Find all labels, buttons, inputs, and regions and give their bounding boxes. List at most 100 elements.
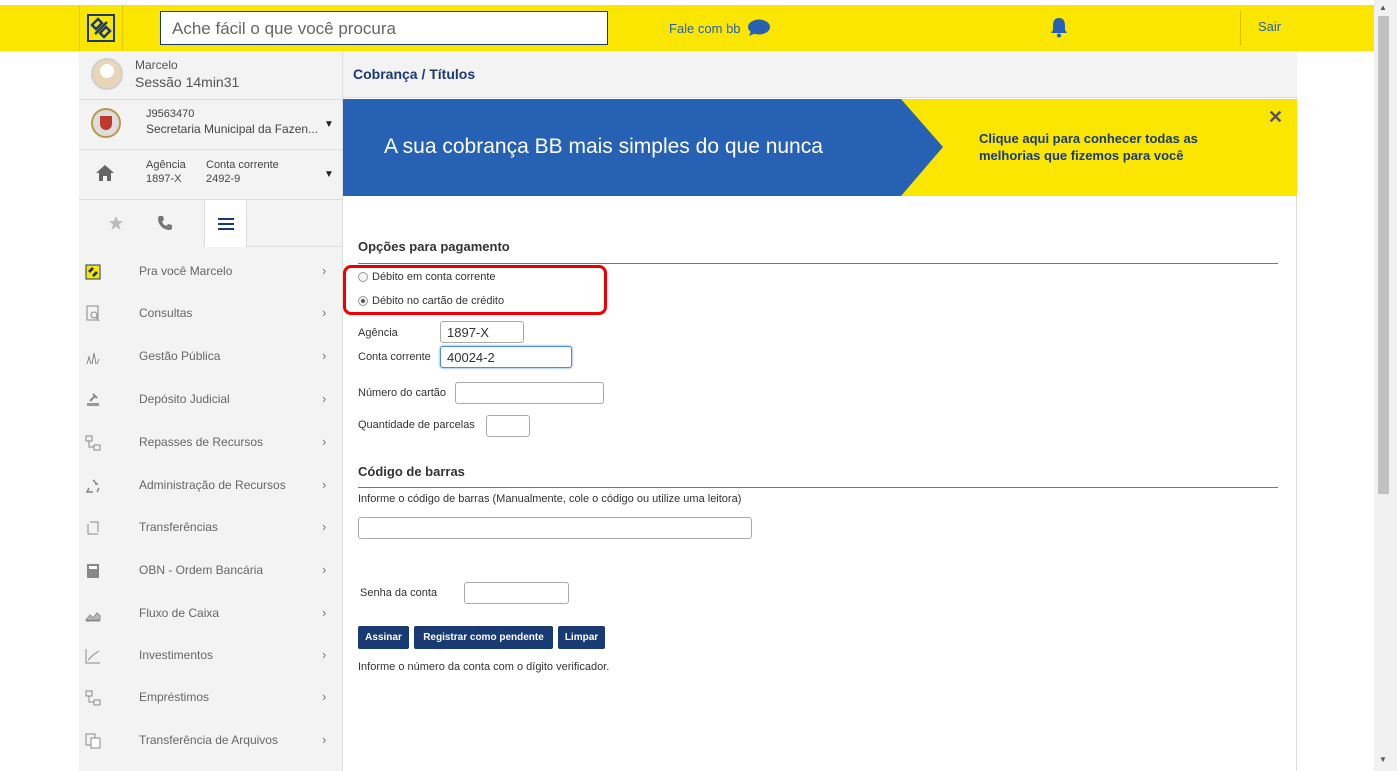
clear-button[interactable]: Limpar [558,626,605,649]
promo-banner[interactable]: A sua cobrança BB mais simples do que nu… [343,99,1297,196]
banner-headline: A sua cobrança BB mais simples do que nu… [384,135,823,158]
banner-cta-line: melhorias que fizemos para você [979,148,1184,163]
sidebar-item-label: Pra você Marcelo [139,264,233,278]
notification-bell-icon[interactable] [1049,16,1069,43]
card-number-label: Número do cartão [358,387,447,399]
radio-debito-conta[interactable]: Débito em conta corrente [358,271,496,283]
fale-com-bb-link[interactable]: Fale com bb [669,19,771,37]
divider [358,263,1278,264]
sidebar-item-emprestimos[interactable]: Empréstimos › [79,677,343,719]
sidebar-item-label: Administração de Recursos [139,478,286,492]
calculator-icon [83,561,103,581]
card-number-field[interactable] [455,382,604,404]
agency-value: 1897-X [146,173,182,185]
scroll-down-arrow-icon[interactable]: ▼ [1379,755,1387,764]
logout-link[interactable]: Sair [1258,19,1281,34]
page-title: Cobrança / Títulos [353,66,476,82]
sidebar-item-label: Consultas [139,306,193,320]
radio-debito-cartao[interactable]: Débito no cartão de crédito [358,295,504,307]
flow-icon [83,688,103,708]
fale-com-label: Fale com bb [669,20,741,36]
org-code: J9563470 [146,108,195,120]
chevron-down-icon[interactable]: ▼ [324,119,334,130]
chevron-right-icon: › [322,519,327,534]
sidebar-item-label: Transferências [139,520,218,534]
sidebar-item-transferencia-arquivos[interactable]: Transferência de Arquivos › [79,720,343,762]
sidebar-item-pra-voce[interactable]: Pra você Marcelo › [79,251,343,293]
chevron-right-icon: › [322,391,327,406]
chevron-right-icon: › [322,477,327,492]
sidebar-item-label: Depósito Judicial [139,392,230,406]
area-chart-icon [83,604,103,624]
star-icon [108,216,123,230]
barcode-help-text: Informe o código de barras (Manualmente,… [358,493,742,505]
sidebar-item-administracao[interactable]: Administração de Recursos › [79,465,343,507]
sidebar-item-label: Fluxo de Caixa [139,606,220,620]
chevron-right-icon: › [322,434,327,449]
home-icon [96,165,114,181]
bb-logo-icon [87,14,115,42]
chart-building-icon [83,347,103,367]
recycle-icon [83,476,103,496]
main-content: Cobrança / Títulos A sua cobrança BB mai… [343,51,1297,771]
sidebar: Marcelo Sessão 14min31 J9563470 Secretar… [79,51,343,771]
bb-logo[interactable] [79,5,123,51]
chevron-right-icon: › [322,605,327,620]
sidebar-item-consultas[interactable]: Consultas › [79,293,343,335]
avatar [91,58,123,90]
chevron-down-icon[interactable]: ▼ [324,169,334,180]
page-header: Cobrança / Títulos [343,51,1297,98]
radio-label: Débito no cartão de crédito [372,295,505,307]
register-pending-button[interactable]: Registrar como pendente [414,626,553,649]
chevron-right-icon: › [322,647,327,662]
agency-field[interactable]: 1897-X [440,321,524,343]
barcode-input[interactable] [358,517,752,539]
user-info: Marcelo Sessão 14min31 [79,51,343,100]
org-name: Secretaria Municipal da Fazen... [146,122,319,136]
search-input[interactable]: Ache fácil o que você procura [160,11,608,45]
scrollbar-thumb[interactable] [1378,16,1389,494]
phone-icon [157,216,172,230]
banner-cta-link[interactable]: Clique aqui para conhecer todas as melho… [979,130,1198,164]
tab-menu[interactable] [204,199,247,247]
account-selector[interactable]: Agência 1897-X Conta corrente 2492-9 ▼ [79,149,343,200]
radio-button[interactable] [358,272,368,282]
installments-label: Quantidade de parcelas [358,419,475,431]
sidebar-item-label: Empréstimos [139,690,210,704]
scrollbar[interactable]: ▲ ▼ [1374,0,1397,771]
hint-text: Informe o número da conta com o dígito v… [358,661,610,673]
account-value: 2492-9 [206,173,241,185]
account-column: Conta corrente 2492-9 [206,158,279,186]
line-chart-icon [83,646,103,666]
scroll-up-arrow-icon[interactable]: ▲ [1379,3,1387,12]
sidebar-tabs [79,199,343,247]
password-label: Senha da conta [360,587,438,599]
sidebar-item-label: Gestão Pública [139,349,221,363]
sidebar-item-obn[interactable]: OBN - Ordem Bancária › [79,550,343,592]
flow-icon [83,433,103,453]
files-icon [83,731,103,751]
sidebar-item-investimentos[interactable]: Investimentos › [79,635,343,677]
tab-favorites[interactable] [94,199,137,247]
tab-contact[interactable] [143,199,186,247]
installments-field[interactable] [486,415,530,437]
radio-button-selected[interactable] [358,296,368,306]
sign-button[interactable]: Assinar [358,626,409,649]
sidebar-item-transferencias[interactable]: Transferências › [79,507,343,549]
sidebar-item-fluxo-caixa[interactable]: Fluxo de Caixa › [79,593,343,635]
sidebar-item-deposito-judicial[interactable]: Depósito Judicial › [79,379,343,421]
divider [247,246,343,247]
user-name: Marcelo [135,58,178,72]
sidebar-item-label: OBN - Ordem Bancária [139,563,264,577]
hamburger-menu-icon [217,217,234,230]
sidebar-item-label: Repasses de Recursos [139,435,264,449]
account-field[interactable]: 40024-2 [440,346,572,368]
sidebar-item-gestao-publica[interactable]: Gestão Pública › [79,336,343,378]
close-icon[interactable]: ✕ [1268,107,1283,128]
org-selector[interactable]: J9563470 Secretaria Municipal da Fazen..… [79,99,343,150]
sidebar-item-repasses[interactable]: Repasses de Recursos › [79,422,343,464]
password-field[interactable] [464,582,569,604]
org-crest-icon [91,108,121,138]
document-search-icon [83,304,103,324]
radio-label: Débito em conta corrente [372,271,496,283]
